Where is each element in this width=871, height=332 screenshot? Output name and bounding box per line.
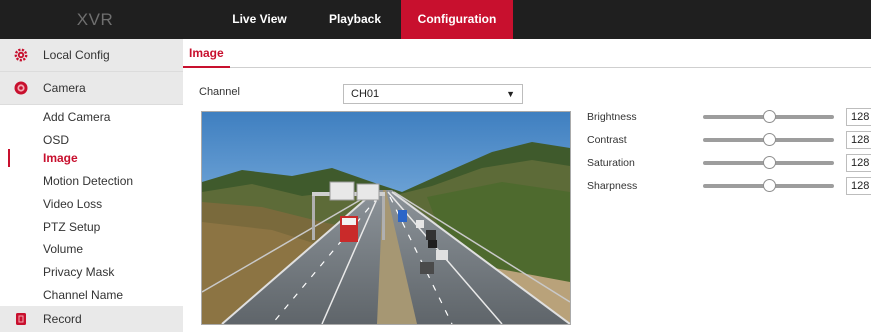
sidebar-section-camera[interactable]: Camera	[0, 72, 183, 105]
brand-logo: XVR	[76, 10, 114, 29]
dropdown-arrow-icon: ▼	[506, 89, 515, 99]
slider-thumb[interactable]	[762, 156, 776, 169]
sidebar-item-ptz-setup[interactable]: PTZ Setup	[0, 216, 183, 238]
slider-thumb[interactable]	[762, 110, 776, 123]
sidebar-section-record[interactable]: Record	[0, 306, 183, 332]
highway-camera-feed-image	[202, 112, 570, 324]
sharpness-slider[interactable]	[703, 179, 834, 193]
top-navigation-bar: XVR Live View Playback Configuration	[0, 0, 871, 39]
channel-select-value: CH01	[351, 88, 380, 100]
sharpness-label: Sharpness	[587, 180, 638, 192]
sidebar-item-video-loss[interactable]: Video Loss	[0, 193, 183, 215]
sidebar-item-image[interactable]: Image	[0, 147, 183, 169]
saturation-label: Saturation	[587, 157, 635, 169]
contrast-value[interactable]: 128	[846, 131, 871, 149]
saturation-value[interactable]: 128	[846, 154, 871, 172]
contrast-label: Contrast	[587, 134, 627, 146]
tab-live-view[interactable]: Live View	[210, 0, 309, 39]
sidebar-section-label: Local Config	[43, 48, 110, 62]
slider-thumb[interactable]	[762, 133, 776, 146]
sidebar-item-motion-detection[interactable]: Motion Detection	[0, 170, 183, 192]
sidebar-item-privacy-mask[interactable]: Privacy Mask	[0, 261, 183, 283]
camera-icon	[14, 81, 28, 95]
saturation-slider[interactable]	[703, 156, 834, 170]
sidebar-item-add-camera[interactable]: Add Camera	[0, 106, 183, 128]
brightness-label: Brightness	[587, 111, 637, 123]
record-icon	[16, 313, 26, 325]
sub-tab-bar: Image	[183, 39, 871, 68]
sidebar-section-local-config[interactable]: Local Config	[0, 39, 183, 72]
channel-select[interactable]: CH01 ▼	[343, 84, 523, 104]
brightness-slider[interactable]	[703, 110, 834, 124]
channel-label: Channel	[199, 86, 240, 98]
tab-configuration[interactable]: Configuration	[401, 0, 513, 39]
contrast-slider[interactable]	[703, 133, 834, 147]
sidebar-section-label: Record	[43, 312, 82, 326]
video-preview	[201, 111, 571, 325]
sidebar-item-channel-name[interactable]: Channel Name	[0, 284, 183, 306]
gear-icon	[14, 48, 28, 62]
sharpness-value[interactable]: 128	[846, 177, 871, 195]
brightness-value[interactable]: 128	[846, 108, 871, 126]
sidebar-section-label: Camera	[43, 81, 86, 95]
sidebar-item-volume[interactable]: Volume	[0, 238, 183, 260]
tab-image[interactable]: Image	[183, 39, 230, 68]
slider-thumb[interactable]	[762, 179, 776, 192]
sidebar: Local Config Camera Add Camera OSD Image…	[0, 39, 183, 332]
tab-playback[interactable]: Playback	[309, 0, 401, 39]
